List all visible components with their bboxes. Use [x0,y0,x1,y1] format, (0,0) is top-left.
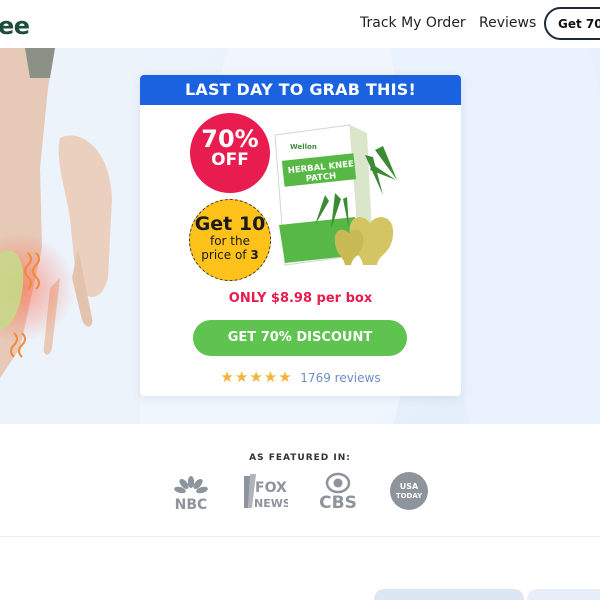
get-discount-button[interactable]: GET 70% DISCOUNT [193,320,407,356]
star-icon: ★ [278,369,293,386]
usa-today-logo: USA TODAY [390,472,428,510]
bundle-deal-line2: price of 3 [201,248,259,262]
star-icon: ★ [220,369,235,386]
bundle-deal-line1: for the [209,234,250,248]
star-icon: ★ [263,369,279,386]
cbs-text: CBS [319,493,357,512]
promo-card: LAST DAY TO GRAB THIS! Wellon HERBAL KNE… [140,75,461,396]
cbs-logo: CBS [319,472,357,512]
featured-in-label: AS FEATURED IN: [249,453,351,463]
next-section-shape [374,589,524,600]
star-icon: ★ [234,369,250,386]
nav-reviews[interactable]: Reviews [479,15,536,31]
featured-in-section: AS FEATURED IN: NBC FOX NEWS CBS USA TOD… [0,424,600,537]
promo-banner: LAST DAY TO GRAB THIS! [140,75,461,105]
nav-track-my-order[interactable]: Track My Order [360,15,466,31]
bundle-deal-title: Get 10 [194,213,266,235]
nbc-logo: NBC [174,476,208,512]
site-header: ee Track My Order Reviews Get 70% [0,0,600,48]
discount-off-label: OFF [211,150,249,170]
usa-text: USA [400,482,419,491]
bundle-deal-badge: Get 10 for the price of 3 [189,199,271,281]
knee-pain-photo [0,48,140,424]
discount-percent: 70% [201,125,259,153]
header-cta-button[interactable]: Get 70% [544,7,600,40]
price-text: ONLY $8.98 per box [228,291,373,306]
discount-badge: 70% OFF [190,113,270,193]
star-rating: ★★★★★ [220,369,293,386]
product-brand: Wellon [290,143,317,151]
brand-logo[interactable]: ee [0,12,30,40]
hero-section: LAST DAY TO GRAB THIS! Wellon HERBAL KNE… [0,48,600,424]
product-image: Wellon HERBAL KNEE PATCH [274,124,397,266]
rating-row: ★★★★★ 1769 reviews [140,368,461,386]
fox-news-logo: FOX NEWS [244,474,288,510]
next-section-shape [527,589,600,600]
star-icon: ★ [249,369,264,386]
news-text: NEWS [254,497,288,510]
nbc-text: NBC [175,497,208,512]
reviews-link[interactable]: 1769 reviews [300,371,380,385]
today-text: TODAY [396,492,423,500]
fox-text: FOX [255,480,287,496]
